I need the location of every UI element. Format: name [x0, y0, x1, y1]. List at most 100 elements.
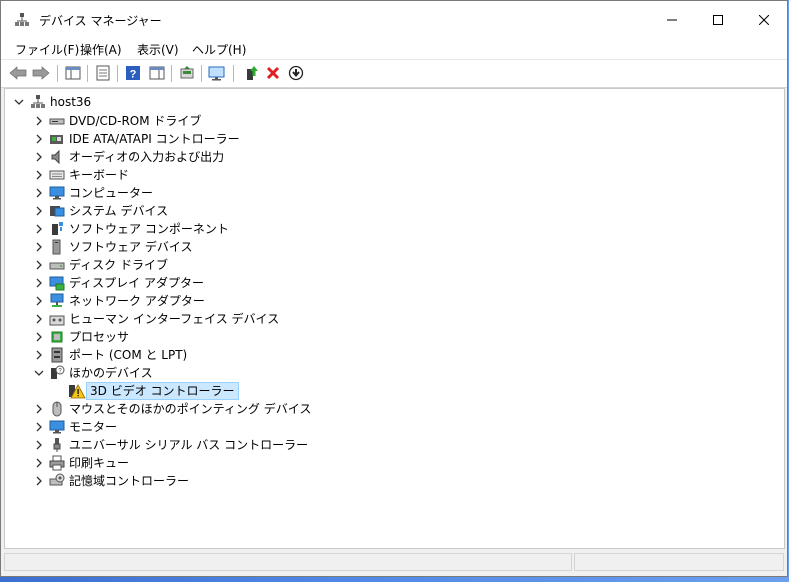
tree-node-expander[interactable] [34, 260, 44, 270]
properties-button[interactable] [94, 64, 112, 82]
back-arrow-icon [9, 66, 27, 80]
tree-node-label-selected[interactable]: 3D ビデオ コントローラー [86, 382, 239, 400]
tree-node-expander[interactable] [34, 368, 44, 378]
chevron-right-icon [36, 314, 42, 324]
show-hide-console-tree-button[interactable] [64, 64, 82, 82]
chevron-right-icon [36, 350, 42, 360]
root-expander[interactable] [14, 97, 24, 107]
tree-node-label[interactable]: モニター [69, 419, 117, 435]
chevron-right-icon [36, 134, 42, 144]
tree-node-label[interactable]: ヒューマン インターフェイス デバイス [69, 311, 279, 327]
software-component-icon [49, 221, 65, 237]
tree-node-label[interactable]: ポート (COM と LPT) [69, 347, 187, 363]
forward-button[interactable] [32, 64, 50, 82]
chevron-down-icon [34, 370, 44, 376]
system-device-icon [49, 203, 65, 219]
tree-node-label[interactable]: ほかのデバイス [69, 365, 153, 381]
help-button[interactable]: ? [124, 64, 142, 82]
chevron-right-icon [36, 476, 42, 486]
tree-node-expander[interactable] [34, 134, 44, 144]
properties-icon [96, 65, 110, 81]
menu-action[interactable]: 操作(A) [80, 41, 122, 58]
menu-bar: ファイル(F) 操作(A) 表示(V) ヘルプ(H) [1, 39, 787, 59]
minimize-button[interactable] [649, 1, 695, 39]
tree-node-expander[interactable] [34, 224, 44, 234]
tree-node-label[interactable]: マウスとそのほかのポインティング デバイス [69, 401, 311, 417]
update-driver-button[interactable] [178, 64, 196, 82]
delete-x-icon [266, 66, 280, 80]
ide-controller-icon [49, 131, 65, 147]
tree-node-expander[interactable] [34, 440, 44, 450]
uninstall-device-button[interactable] [264, 64, 282, 82]
toolbar: ? [1, 59, 787, 88]
tree-node-expander[interactable] [34, 458, 44, 468]
tree-node-label[interactable]: ソフトウェア デバイス [69, 239, 192, 255]
tree-node-expander[interactable] [34, 116, 44, 126]
printer-icon [49, 455, 65, 471]
tree-node-label[interactable]: ディスプレイ アダプター [69, 275, 204, 291]
tree-node-expander[interactable] [34, 332, 44, 342]
chevron-right-icon [36, 260, 42, 270]
tree-node-expander[interactable] [34, 476, 44, 486]
tree-node-label[interactable]: ソフトウェア コンポーネント [69, 221, 229, 237]
tree-node-label[interactable]: コンピューター [69, 185, 153, 201]
tree-node-label[interactable]: ディスク ドライブ [69, 257, 168, 273]
tree-node-label[interactable]: ネットワーク アダプター [69, 293, 205, 309]
tree-node-label[interactable]: プロセッサ [69, 329, 129, 345]
tree-node-expander[interactable] [34, 296, 44, 306]
tree-node-expander[interactable] [34, 404, 44, 414]
tree-node-label[interactable]: キーボード [69, 167, 129, 183]
tree-node-expander[interactable] [34, 242, 44, 252]
tree-node-expander[interactable] [34, 314, 44, 324]
chevron-right-icon [36, 206, 42, 216]
display-adapter-icon [49, 275, 65, 291]
maximize-icon [713, 15, 723, 25]
menu-view[interactable]: 表示(V) [137, 41, 179, 58]
keyboard-icon [49, 167, 65, 183]
down-arrow-circle-icon [288, 65, 304, 81]
enable-device-icon [247, 66, 258, 80]
tree-node-expander[interactable] [34, 206, 44, 216]
tree-node-expander[interactable] [34, 422, 44, 432]
tree-node-expander[interactable] [34, 278, 44, 288]
mouse-icon [49, 401, 65, 417]
title-bar[interactable]: デバイス マネージャー [1, 1, 787, 39]
menu-help[interactable]: ヘルプ(H) [192, 41, 246, 58]
chevron-right-icon [36, 296, 42, 306]
tree-node-label[interactable]: 記憶域コントローラー [69, 473, 189, 489]
tree-node-label[interactable]: DVD/CD-ROM ドライブ [69, 113, 201, 129]
chevron-right-icon [36, 116, 42, 126]
disable-device-button[interactable] [287, 64, 305, 82]
action-pane-button[interactable] [148, 64, 166, 82]
device-tree[interactable]: host36 DVD/CD-ROM ドライブ IDE ATA/ATAPI コントロ… [4, 88, 785, 549]
toolbar-separator [171, 65, 172, 82]
back-button[interactable] [9, 64, 27, 82]
chevron-right-icon [36, 152, 42, 162]
storage-controller-icon [49, 473, 65, 489]
tree-node-expander[interactable] [34, 170, 44, 180]
toolbar-separator [233, 65, 234, 82]
tree-node-label[interactable]: オーディオの入力および出力 [69, 149, 224, 165]
chevron-right-icon [36, 422, 42, 432]
tree-node-label[interactable]: IDE ATA/ATAPI コントローラー [69, 131, 240, 147]
close-button[interactable] [741, 1, 787, 39]
enable-device-button[interactable] [242, 64, 260, 82]
maximize-button[interactable] [695, 1, 741, 39]
tree-root-label[interactable]: host36 [50, 94, 91, 110]
scan-hardware-changes-button[interactable] [208, 64, 226, 82]
close-icon [759, 15, 769, 25]
chevron-right-icon [36, 188, 42, 198]
tree-node-label[interactable]: ユニバーサル シリアル バス コントローラー [69, 437, 308, 453]
tree-node-expander[interactable] [34, 152, 44, 162]
menu-file[interactable]: ファイル(F) [15, 41, 79, 58]
tree-node-label[interactable]: システム デバイス [69, 203, 168, 219]
chevron-right-icon [36, 440, 42, 450]
minimize-icon [667, 19, 677, 21]
chevron-right-icon [36, 278, 42, 288]
forward-arrow-icon [32, 66, 50, 80]
tree-node-expander[interactable] [34, 188, 44, 198]
tree-node-expander[interactable] [34, 350, 44, 360]
tree-node-label[interactable]: 印刷キュー [69, 455, 129, 471]
toolbar-separator [117, 65, 118, 82]
warning-device-icon [68, 383, 86, 399]
